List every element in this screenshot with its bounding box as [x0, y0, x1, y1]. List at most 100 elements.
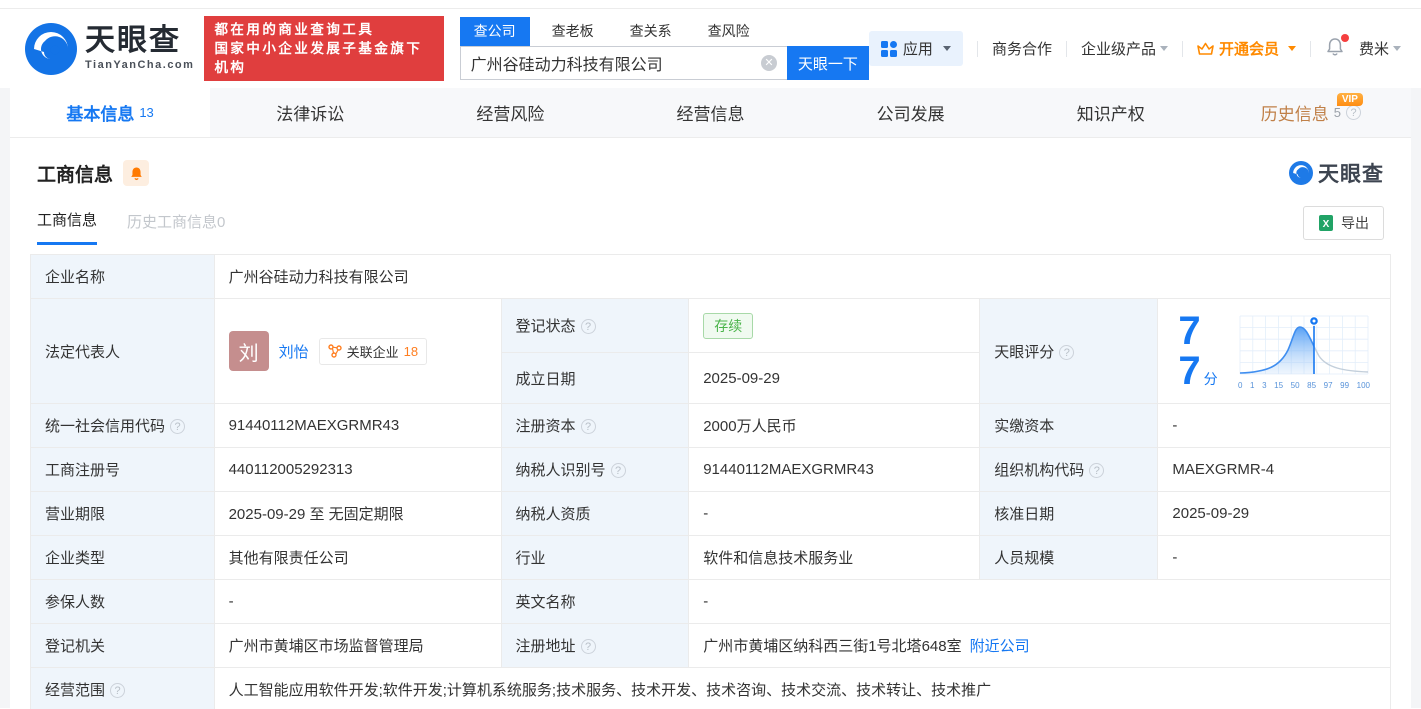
subtab-history-business-info[interactable]: 历史工商信息0 [127, 211, 225, 244]
related-companies-count: 18 [403, 343, 419, 359]
search-button[interactable]: 天眼一下 [786, 46, 869, 80]
label-business-scope: 经营范围 [30, 667, 215, 709]
help-icon[interactable] [1089, 463, 1105, 478]
section-title: 工商信息 [37, 164, 114, 186]
table-row: 企业名称 广州谷硅动力科技有限公司 [30, 254, 1392, 299]
value-taxpayer-qualification: - [688, 491, 981, 536]
search-tab-relation[interactable]: 查关系 [616, 17, 686, 46]
logo-brand-text: 天眼查 [85, 24, 181, 57]
tab-intellectual-property[interactable]: 知识产权 [1011, 88, 1211, 137]
business-info-table-wrap: 企业名称 广州谷硅动力科技有限公司 法定代表人 刘 刘怡 关联企业 18 登记状… [10, 248, 1411, 709]
search-tab-risk[interactable]: 查风险 [694, 17, 764, 46]
monitor-bell-button[interactable] [123, 160, 150, 186]
label-registered-address: 注册地址 [500, 623, 690, 668]
value-approval-date: 2025-09-29 [1157, 491, 1391, 536]
label-taxpayer-qualification: 纳税人资质 [500, 491, 690, 536]
help-icon[interactable] [1059, 344, 1075, 360]
help-icon[interactable] [610, 463, 626, 478]
score-unit: 分 [1203, 371, 1218, 387]
related-companies-badge[interactable]: 关联企业 18 [318, 337, 428, 365]
tab-company-development[interactable]: 公司发展 [811, 88, 1011, 137]
label-industry: 行业 [500, 535, 690, 580]
business-info-table: 企业名称 广州谷硅动力科技有限公司 法定代表人 刘 刘怡 关联企业 18 登记状… [30, 254, 1392, 709]
tab-label: 公司发展 [876, 105, 945, 124]
label-registration-authority: 登记机关 [30, 623, 215, 668]
table-row: 企业类型 其他有限责任公司 行业 软件和信息技术服务业 人员规模 - [30, 535, 1391, 580]
table-row: 登记机关 广州市黄埔区市场监督管理局 注册地址 广州市黄埔区纳科西三街1号北塔6… [30, 623, 1391, 668]
label-registration-number: 工商注册号 [30, 447, 215, 492]
avatar[interactable]: 刘 [228, 331, 269, 371]
value-registration-number: 440112005292313 [213, 447, 502, 492]
slogan-line-2: 国家中小企业发展子基金旗下机构 [214, 41, 423, 75]
value-company-type: 其他有限责任公司 [213, 535, 502, 580]
search-tab-company[interactable]: 查公司 [459, 17, 530, 46]
axis-tick: 0 [1238, 381, 1243, 390]
table-row: 统一社会信用代码 91440112MAEXGRMR43 注册资本 2000万人民… [30, 403, 1391, 448]
tab-legal-proceedings[interactable]: 法律诉讼 [210, 88, 410, 137]
label-taxpayer-id: 纳税人识别号 [500, 447, 690, 492]
tab-label: 法律诉讼 [276, 105, 345, 124]
chevron-down-icon [1159, 46, 1168, 51]
search-tab-boss[interactable]: 查老板 [538, 17, 608, 46]
notifications-button[interactable] [1325, 33, 1349, 61]
value-registered-capital: 2000万人民币 [688, 403, 981, 448]
help-icon[interactable] [110, 683, 126, 698]
legal-rep-name-link[interactable]: 刘怡 [279, 341, 309, 362]
label-tianyan-score: 天眼评分 [979, 298, 1159, 404]
tab-label: 经营信息 [676, 105, 745, 124]
apps-label: 应用 [902, 41, 933, 58]
tab-basic-info[interactable]: 基本信息 13 [10, 88, 211, 137]
open-vip-button[interactable]: 开通会员 [1197, 38, 1296, 59]
value-org-code: MAEXGRMR-4 [1157, 447, 1391, 492]
clear-search-icon[interactable]: ✕ [760, 55, 777, 71]
label-establish-date: 成立日期 [500, 352, 690, 404]
axis-tick: 97 [1323, 381, 1333, 390]
label-credit-code: 统一社会信用代码 [30, 403, 215, 448]
help-icon[interactable] [1346, 105, 1362, 120]
export-button[interactable]: X 导出 [1303, 206, 1384, 240]
nav-enterprise-products[interactable]: 企业级产品 [1081, 38, 1168, 59]
axis-tick: 85 [1307, 381, 1317, 390]
apps-grid-icon [880, 40, 897, 57]
tianyancha-logo[interactable]: 天眼查 TianYanCha.com [25, 22, 194, 75]
chevron-down-icon [1393, 46, 1401, 51]
value-business-scope: 人工智能应用软件开发;软件开发;计算机系统服务;技术服务、技术开发、技术咨询、技… [213, 667, 1392, 709]
divider [1181, 40, 1183, 57]
page-body: 基本信息 13 法律诉讼 经营风险 经营信息 公司发展 知识产权 VIP 历史信… [0, 88, 1421, 709]
help-icon[interactable] [580, 319, 596, 335]
search-area: 查公司 查老板 查关系 查风险 ✕ 天眼一下 [459, 17, 869, 80]
score-number: 77 [1178, 309, 1201, 393]
subtab-business-info[interactable]: 工商信息 [37, 209, 98, 245]
logo-swirl-icon [25, 22, 77, 75]
axis-tick: 1 [1250, 381, 1255, 390]
help-icon[interactable] [580, 419, 596, 434]
excel-icon: X [1319, 215, 1333, 231]
value-tianyan-score: 77 分 0 1 3 15 50 85 97 99 100 [1157, 298, 1391, 404]
tab-operating-risk[interactable]: 经营风险 [410, 88, 610, 137]
search-input[interactable] [470, 54, 761, 72]
value-industry: 软件和信息技术服务业 [688, 535, 981, 580]
apps-menu[interactable]: 应用 [868, 31, 963, 66]
slogan-line-1: 都在用的商业查询工具 [214, 22, 375, 37]
crown-icon [1197, 42, 1214, 55]
help-icon[interactable] [580, 639, 596, 654]
divider [1309, 40, 1311, 57]
table-row: 营业期限 2025-09-29 至 无固定期限 纳税人资质 - 核准日期 202… [30, 491, 1391, 536]
nearby-companies-link[interactable]: 附近公司 [970, 638, 1030, 655]
score-number-wrap: 77 分 [1178, 311, 1222, 391]
tab-business-info[interactable]: 经营信息 [610, 88, 810, 137]
top-strip [0, 0, 1421, 9]
value-legal-representative: 刘 刘怡 关联企业 18 [213, 298, 502, 404]
value-taxpayer-id: 91440112MAEXGRMR43 [688, 447, 981, 492]
tab-count: 13 [139, 105, 154, 120]
value-insured-count: - [213, 579, 502, 624]
tab-history-info[interactable]: VIP 历史信息 5 [1211, 88, 1411, 137]
label-legal-representative: 法定代表人 [30, 298, 215, 404]
tab-label: 基本信息 [66, 105, 135, 124]
tab-label: 经营风险 [476, 105, 545, 124]
help-icon[interactable] [170, 419, 186, 434]
value-paid-capital: - [1157, 403, 1391, 448]
nav-cooperation[interactable]: 商务合作 [992, 38, 1052, 59]
value-registered-address: 广州市黄埔区纳科西三街1号北塔648室 附近公司 [688, 623, 1391, 668]
user-menu[interactable]: 费米 [1359, 38, 1401, 59]
